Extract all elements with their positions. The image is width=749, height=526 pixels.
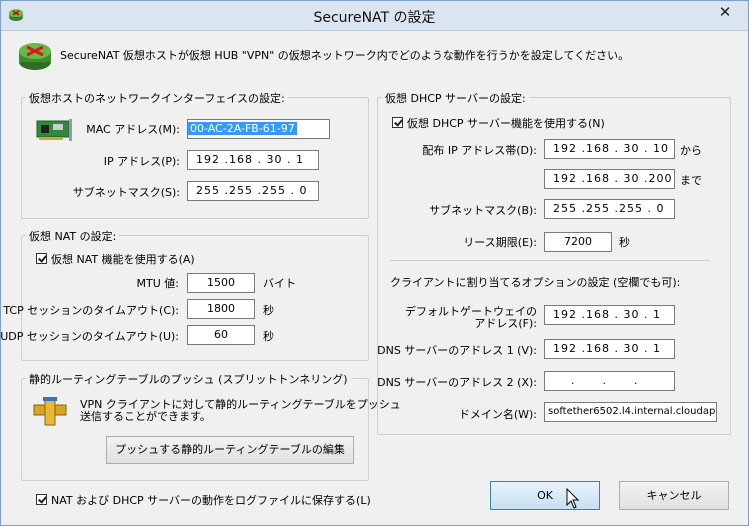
tcp-timeout-field[interactable]: 1800: [187, 299, 255, 319]
nat-group-label: 仮想 NAT の設定:: [26, 228, 120, 244]
gateway-field[interactable]: 192 .168 . 30 . 1: [544, 305, 675, 325]
nat-enable-label: 仮想 NAT 機能を使用する(A): [51, 253, 195, 266]
dns2-field[interactable]: . . .: [544, 371, 675, 391]
dhcp-range-label: 配布 IP アドレス帯(D):: [422, 144, 537, 157]
dns2-label: DNS サーバーのアドレス 2 (X):: [377, 376, 537, 389]
dhcp-range-start-field[interactable]: 192 .168 . 30 . 10: [544, 139, 675, 159]
network-card-icon: [36, 119, 72, 141]
lease-unit: 秒: [619, 236, 630, 249]
pipe-valve-icon: [33, 397, 67, 426]
domain-label: ドメイン名(W):: [458, 408, 537, 421]
dhcp-subnet-label: サブネットマスク(B):: [429, 204, 537, 217]
ip-address-field[interactable]: 192 .168 . 30 . 1: [187, 150, 319, 170]
title-bar[interactable]: SecureNAT の設定 ✕: [1, 1, 748, 31]
log-label: NAT および DHCP サーバーの動作をログファイルに保存する(L): [51, 494, 371, 507]
router-icon: [19, 43, 51, 70]
subnet-mask-label: サブネットマスク(S):: [72, 186, 180, 199]
dhcp-subnet-field[interactable]: 255 .255 .255 . 0: [544, 199, 675, 219]
tcp-timeout-label: TCP セッションのタイムアウト(C):: [3, 304, 179, 317]
header-description: SecureNAT 仮想ホストが仮想 HUB "VPN" の仮想ネットワーク内で…: [60, 49, 630, 62]
dns1-label: DNS サーバーのアドレス 1 (V):: [377, 344, 537, 357]
mac-address-label: MAC アドレス(M):: [86, 123, 180, 136]
dhcp-options-label: クライアントに割り当てるオプションの設定 (空欄でも可):: [390, 276, 681, 289]
dhcp-separator: [390, 260, 710, 261]
lease-label: リース期限(E):: [463, 236, 537, 249]
mtu-label: MTU 値:: [136, 277, 179, 290]
udp-timeout-unit: 秒: [263, 330, 274, 343]
dhcp-range-end-field[interactable]: 192 .168 . 30 .200: [544, 169, 675, 189]
tcp-timeout-unit: 秒: [263, 304, 274, 317]
window-title: SecureNAT の設定: [313, 10, 436, 26]
mac-address-field[interactable]: 00-AC-2A-FB-61-97: [187, 119, 330, 139]
lease-field[interactable]: 7200: [544, 232, 612, 252]
gateway-label-line2: アドレス(F):: [474, 317, 537, 330]
dns1-field[interactable]: 192 .168 . 30 . 1: [544, 339, 675, 359]
close-icon[interactable]: ✕: [709, 2, 741, 22]
udp-timeout-field[interactable]: 60: [187, 325, 255, 345]
edit-routing-table-button[interactable]: プッシュする静的ルーティングテーブルの編集: [106, 436, 354, 464]
dhcp-enable-checkbox[interactable]: [392, 117, 403, 128]
ok-button[interactable]: OK: [490, 481, 600, 510]
nat-enable-checkbox[interactable]: [36, 253, 47, 264]
mouse-cursor-icon: [566, 488, 580, 509]
domain-field[interactable]: softether6502.l4.internal.cloudapp: [544, 402, 717, 422]
cancel-button[interactable]: キャンセル: [619, 481, 729, 510]
mtu-unit: バイト: [263, 277, 296, 290]
dhcp-group-label: 仮想 DHCP サーバーの設定:: [382, 90, 529, 106]
log-checkbox[interactable]: [36, 494, 47, 505]
routing-group-label: 静的ルーティングテーブルのプッシュ (スプリットトンネリング): [26, 371, 351, 387]
mtu-field[interactable]: 1500: [187, 273, 255, 293]
dhcp-range-from-label: から: [680, 144, 702, 157]
ip-address-label: IP アドレス(P):: [103, 155, 180, 168]
routing-description-line2: 送信することができます。: [80, 410, 211, 423]
dhcp-enable-label: 仮想 DHCP サーバー機能を使用する(N): [407, 117, 605, 130]
udp-timeout-label: UDP セッションのタイムアウト(U):: [0, 330, 179, 343]
virtual-host-group-label: 仮想ホストのネットワークインターフェイスの設定:: [26, 90, 288, 106]
routing-group: [21, 378, 369, 481]
dhcp-range-to-label: まで: [680, 174, 702, 187]
subnet-mask-field[interactable]: 255 .255 .255 . 0: [187, 181, 319, 201]
securenat-settings-dialog: SecureNAT の設定 ✕ SecureNAT 仮想ホストが仮想 HUB "…: [0, 0, 749, 526]
